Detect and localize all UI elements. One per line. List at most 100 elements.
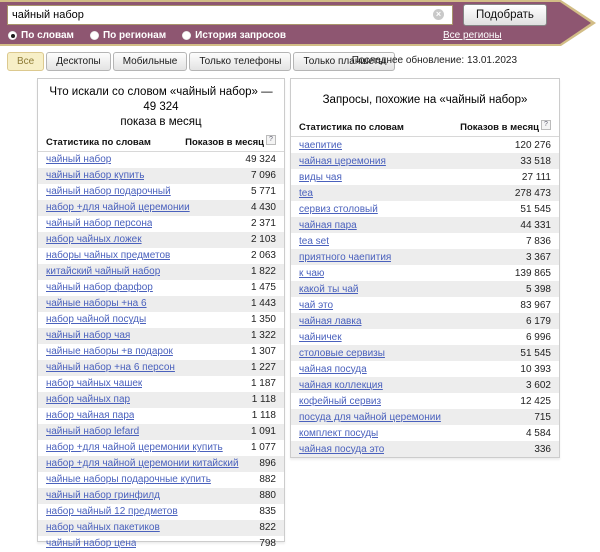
phrase-link[interactable]: китайский чайный набор [46, 266, 160, 277]
radio-by-regions[interactable]: По регионам [90, 30, 166, 41]
help-icon[interactable]: ? [266, 135, 276, 145]
phrase-link[interactable]: чайный набор цена [46, 538, 136, 549]
search-header: × Подобрать По словам По регионам Истори… [0, 0, 600, 46]
phrase-link[interactable]: набор чайных пар [46, 394, 130, 405]
phrase-link[interactable]: чайные наборы +в подарок [46, 346, 173, 357]
phrase-link[interactable]: чайный набор купить [46, 170, 144, 181]
phrase-link[interactable]: чайный набор фарфор [46, 282, 153, 293]
phrase-link[interactable]: сервиз столовый [299, 204, 378, 215]
phrase-link[interactable]: чайный набор персона [46, 218, 152, 229]
table-row: чайный набор49 324 [38, 152, 284, 168]
impressions-value: 1 475 [251, 282, 276, 293]
phrase-link[interactable]: наборы чайных предметов [46, 250, 170, 261]
clear-icon[interactable]: × [433, 9, 444, 20]
table-row: чайный набор lefard 1 091 [38, 424, 284, 440]
panel-title-line2: показа в месяц [46, 115, 276, 130]
phrase-link[interactable]: чайные наборы подарочные купить [46, 474, 211, 485]
impressions-value: 896 [259, 458, 276, 469]
phrase-link[interactable]: приятного чаепития [299, 252, 391, 263]
radio-label: История запросов [195, 30, 286, 41]
all-regions-link[interactable]: Все регионы [443, 30, 502, 41]
impressions-value: 27 111 [522, 172, 551, 183]
help-icon[interactable]: ? [541, 120, 551, 130]
panel-title-line1: Что искали со словом «чайный набор» — 49… [46, 85, 276, 115]
table-header: Статистика по словам Показов в месяц? [38, 132, 284, 152]
impressions-value: 3 602 [526, 380, 551, 391]
radio-query-history[interactable]: История запросов [182, 30, 286, 41]
impressions-value: 51 545 [520, 348, 551, 359]
phrase-link[interactable]: чай это [299, 300, 333, 311]
phrase-link[interactable]: чайная посуда это [299, 444, 384, 455]
phrase-link[interactable]: набор +для чайной церемонии китайский [46, 458, 239, 469]
table-row: набор чайная пара1 118 [38, 408, 284, 424]
panel-title: Что искали со словом «чайный набор» — 49… [38, 79, 284, 132]
tab-all[interactable]: Все [7, 52, 44, 71]
panel-title-line1: Запросы, похожие на «чайный набор» [299, 93, 551, 108]
phrase-link[interactable]: кофейный сервиз [299, 396, 381, 407]
phrase-link[interactable]: какой ты чай [299, 284, 358, 295]
table-row: чайный набор персона2 371 [38, 216, 284, 232]
impressions-value: 1 822 [251, 266, 276, 277]
phrase-link[interactable]: чайная посуда [299, 364, 367, 375]
phrase-link[interactable]: виды чая [299, 172, 342, 183]
panel-title: Запросы, похожие на «чайный набор» [291, 79, 559, 117]
phrase-link[interactable]: чайная пара [299, 220, 357, 231]
table-row: набор чайных ложек2 103 [38, 232, 284, 248]
table-row: чай это 83 967 [291, 297, 559, 313]
phrase-link[interactable]: tea [299, 188, 313, 199]
tab-phones-only[interactable]: Только телефоны [189, 52, 291, 71]
phrase-link[interactable]: чайная коллекция [299, 380, 383, 391]
phrase-link[interactable]: чайный набор [46, 154, 111, 165]
phrase-link[interactable]: чайный набор чая [46, 330, 130, 341]
left-table-rows: чайный набор49 324 чайный набор купить 7 0… [38, 152, 284, 552]
tab-mobile[interactable]: Мобильные [113, 52, 188, 71]
phrase-link[interactable]: чайная церемония [299, 156, 386, 167]
phrase-link[interactable]: чайная лавка [299, 316, 362, 327]
table-row: чайная пара44 331 [291, 217, 559, 233]
phrase-link[interactable]: чайные наборы +на 6 [46, 298, 147, 309]
table-row: набор чайной посуды1 350 [38, 312, 284, 328]
phrase-link[interactable]: набор чайных пакетиков [46, 522, 160, 533]
impressions-value: 33 518 [520, 156, 551, 167]
impressions-value: 715 [534, 412, 551, 423]
impressions-value: 83 967 [520, 300, 551, 311]
phrase-link[interactable]: набор чайной посуды [46, 314, 146, 325]
phrase-link[interactable]: чайный набор +на 6 персон [46, 362, 175, 373]
phrase-link[interactable]: набор чайных ложек [46, 234, 142, 245]
phrase-link[interactable]: чайный набор подарочный [46, 186, 171, 197]
impressions-value: 5 771 [251, 186, 276, 197]
impressions-value: 7 096 [251, 170, 276, 181]
radio-by-words[interactable]: По словам [8, 30, 74, 41]
phrase-link[interactable]: набор чайный 12 предметов [46, 506, 178, 517]
phrase-link[interactable]: чаепитие [299, 140, 342, 151]
impressions-value: 6 996 [526, 332, 551, 343]
table-row: чайные наборы подарочные купить882 [38, 472, 284, 488]
phrase-link[interactable]: к чаю [299, 268, 324, 279]
phrase-link[interactable]: комплект посуды [299, 428, 378, 439]
table-row: набор чайных пар 1 118 [38, 392, 284, 408]
table-row: чайный набор чая1 322 [38, 328, 284, 344]
phrase-link[interactable]: посуда для чайной церемонии [299, 412, 441, 423]
phrase-link[interactable]: tea set [299, 236, 329, 247]
phrase-link[interactable]: столовые сервизы [299, 348, 385, 359]
phrase-link[interactable]: чайничек [299, 332, 342, 343]
phrase-link[interactable]: набор чайная пара [46, 410, 134, 421]
table-row: набор +для чайной церемонии4 430 [38, 200, 284, 216]
impressions-value: 880 [259, 490, 276, 501]
tab-desktops[interactable]: Десктопы [46, 52, 110, 71]
phrase-link[interactable]: набор +для чайной церемонии купить [46, 442, 223, 453]
table-row: наборы чайных предметов2 063 [38, 248, 284, 264]
impressions-value: 51 545 [520, 204, 551, 215]
column-impressions-label: Показов в месяц [185, 137, 264, 148]
phrase-link[interactable]: набор чайных чашек [46, 378, 142, 389]
phrase-link[interactable]: чайный набор гринфилд [46, 490, 160, 501]
impressions-value: 1 091 [251, 426, 276, 437]
impressions-value: 1 118 [252, 394, 276, 405]
search-input[interactable] [7, 5, 453, 25]
mode-switcher: По словам По регионам История запросов [8, 30, 286, 41]
phrase-link[interactable]: чайный набор lefard [46, 426, 139, 437]
select-button[interactable]: Подобрать [463, 4, 547, 26]
table-row: кофейный сервиз12 425 [291, 393, 559, 409]
phrase-link[interactable]: набор +для чайной церемонии [46, 202, 190, 213]
impressions-value: 1 307 [251, 346, 276, 357]
